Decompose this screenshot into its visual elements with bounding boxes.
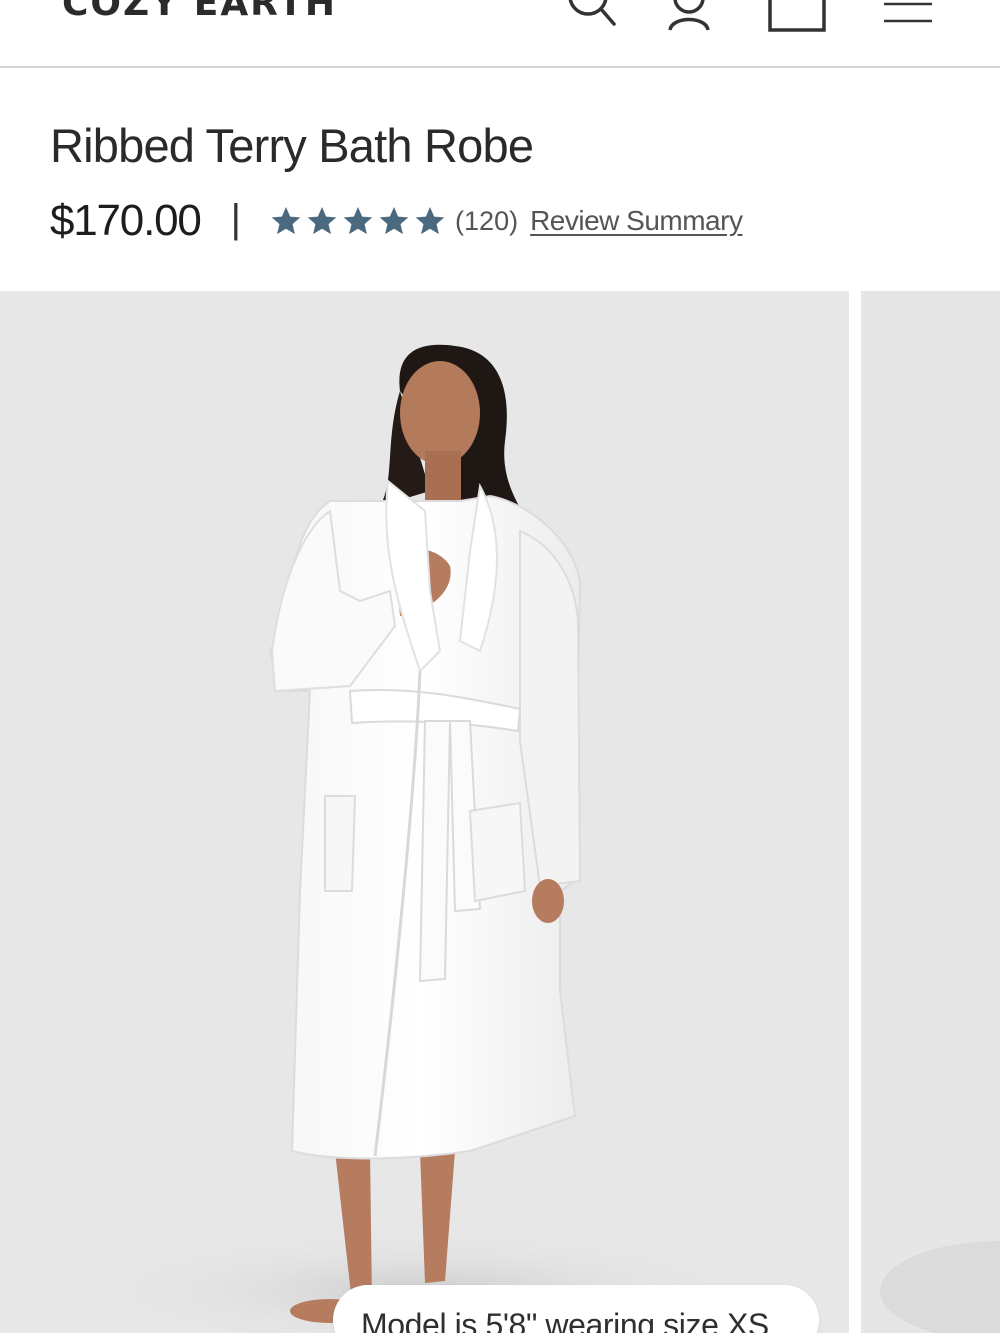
brand-logo[interactable]: COZY EARTH: [62, 0, 337, 22]
product-title: Ribbed Terry Bath Robe: [50, 119, 534, 172]
menu-icon[interactable]: [880, 0, 936, 28]
review-summary-link[interactable]: Review Summary: [530, 205, 743, 237]
review-count: (120): [455, 205, 519, 236]
search-icon[interactable]: [560, 0, 620, 32]
product-price: $170.00: [50, 196, 202, 245]
star-icon: [415, 207, 445, 235]
model-in-robe-photo: [90, 344, 750, 1333]
account-icon[interactable]: [662, 0, 716, 32]
star-icon: [379, 207, 409, 235]
product-image-gallery[interactable]: [0, 291, 1000, 1333]
price-divider: |: [230, 196, 242, 241]
next-image-preview: [880, 1241, 1000, 1333]
product-image-main[interactable]: [0, 291, 849, 1333]
site-header: COZY EARTH: [0, 0, 1000, 68]
model-size-caption: Model is 5'8" wearing size XS: [333, 1285, 819, 1333]
bag-icon[interactable]: [764, 0, 830, 34]
price-rating-row: $170.00 | (120) Review Summary: [50, 196, 743, 246]
star-icon: [271, 207, 301, 235]
product-image-next[interactable]: [861, 291, 1000, 1333]
star-icon: [343, 207, 373, 235]
star-rating[interactable]: [269, 205, 447, 237]
star-icon: [307, 207, 337, 235]
